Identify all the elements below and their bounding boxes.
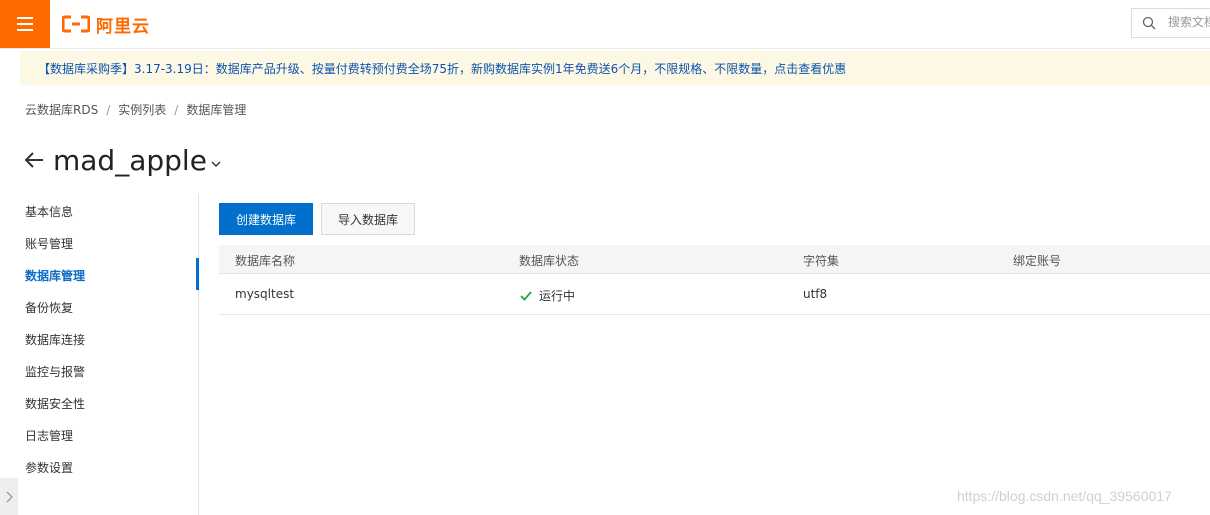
column-header-name: 数据库名称 xyxy=(235,254,296,268)
promotion-notice-bar[interactable]: 【数据库采购季】3.17-3.19日：数据库产品升级、按量付费转预付费全场75折… xyxy=(20,51,1210,85)
sidebar-item-parameters[interactable]: 参数设置 xyxy=(25,458,73,478)
column-header-charset: 字符集 xyxy=(803,254,840,268)
back-arrow-icon[interactable] xyxy=(23,149,45,171)
logo-text: 阿里云 xyxy=(96,16,150,37)
sidebar-item-databases[interactable]: 数据库管理 xyxy=(25,266,85,286)
chevron-down-icon[interactable] xyxy=(209,157,223,171)
watermark: https://blog.csdn.net/qq_39560017 xyxy=(957,488,1172,504)
page-title-row: mad_apple xyxy=(23,140,223,180)
sidebar-active-indicator xyxy=(196,258,199,290)
database-charset-cell: utf8 xyxy=(803,287,828,301)
sidebar-item-monitoring[interactable]: 监控与报警 xyxy=(25,362,85,382)
top-navigation-bar: 阿里云 xyxy=(0,0,1210,49)
search-box[interactable] xyxy=(1131,8,1210,38)
breadcrumb-item-rds[interactable]: 云数据库RDS xyxy=(25,101,98,118)
sidebar-collapse-toggle[interactable] xyxy=(0,478,18,515)
sidebar-item-basic-info[interactable]: 基本信息 xyxy=(25,202,73,222)
search-icon xyxy=(1142,16,1156,30)
breadcrumb-item-instance-list[interactable]: 实例列表 xyxy=(118,101,166,118)
aliyun-logo[interactable]: 阿里云 xyxy=(62,12,150,37)
database-status-cell: 运行中 xyxy=(519,287,575,304)
breadcrumb: 云数据库RDS / 实例列表 / 数据库管理 xyxy=(25,101,246,118)
database-table: 数据库名称 数据库状态 字符集 绑定账号 mysqltest 运行中 utf8 xyxy=(219,245,1210,315)
sidebar-item-accounts[interactable]: 账号管理 xyxy=(25,234,73,254)
import-database-button[interactable]: 导入数据库 xyxy=(321,203,415,235)
breadcrumb-item-current: 数据库管理 xyxy=(186,103,247,117)
check-icon xyxy=(520,290,532,301)
column-header-status: 数据库状态 xyxy=(519,254,580,268)
table-row: mysqltest 运行中 utf8 xyxy=(219,274,1210,315)
column-header-account: 绑定账号 xyxy=(1013,254,1062,268)
page-title: mad_apple xyxy=(53,143,207,177)
sidebar-item-connection[interactable]: 数据库连接 xyxy=(25,330,85,350)
database-name-cell: mysqltest xyxy=(235,287,295,301)
sidebar-item-logs[interactable]: 日志管理 xyxy=(25,426,73,446)
breadcrumb-separator: / xyxy=(174,102,179,117)
promotion-notice-text[interactable]: 【数据库采购季】3.17-3.19日：数据库产品升级、按量付费转预付费全场75折… xyxy=(20,60,846,77)
aliyun-logo-icon xyxy=(62,15,90,33)
database-status-text: 运行中 xyxy=(539,289,576,303)
search-input[interactable] xyxy=(1166,14,1210,30)
create-database-button[interactable]: 创建数据库 xyxy=(219,203,313,235)
breadcrumb-separator: / xyxy=(106,102,111,117)
table-header: 数据库名称 数据库状态 字符集 绑定账号 xyxy=(219,245,1210,274)
sidebar-item-backup[interactable]: 备份恢复 xyxy=(25,298,73,318)
chevron-right-icon xyxy=(6,491,13,503)
hamburger-menu-icon[interactable] xyxy=(0,0,50,48)
sidebar-item-security[interactable]: 数据安全性 xyxy=(25,394,85,414)
